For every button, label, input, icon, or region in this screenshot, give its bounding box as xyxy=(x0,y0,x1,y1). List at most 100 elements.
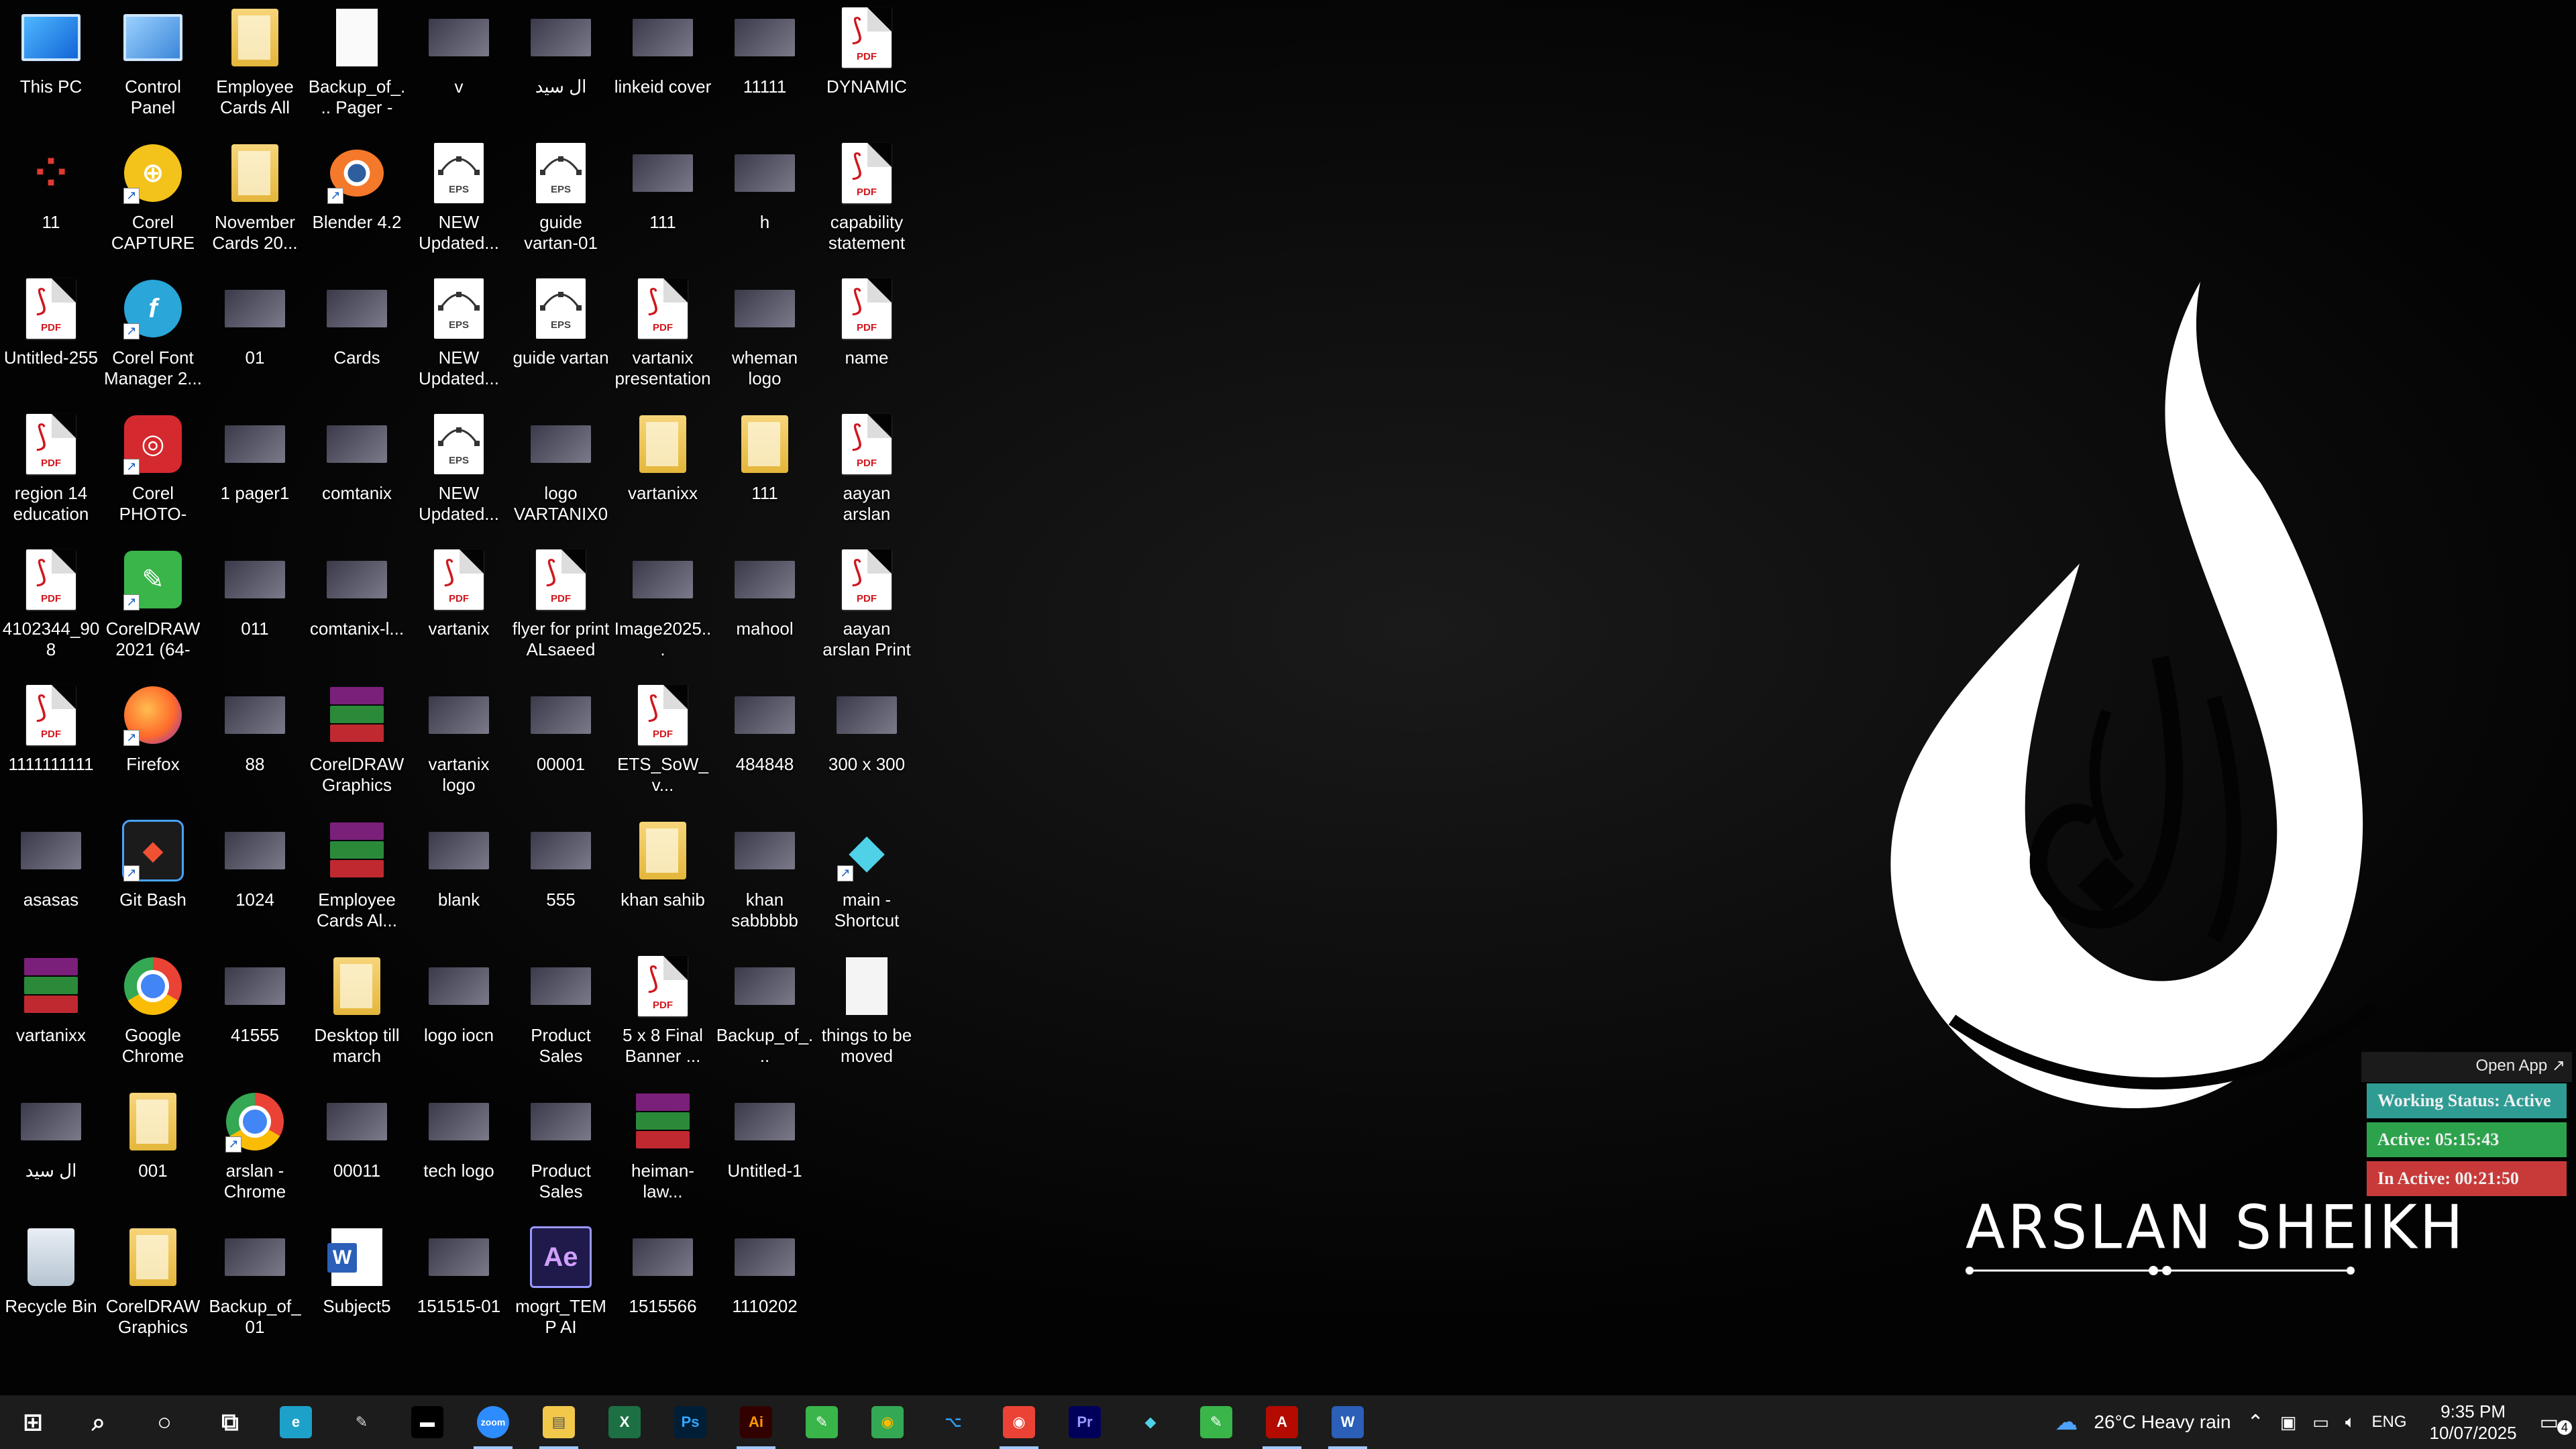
desktop-item[interactable]: 011 xyxy=(204,542,306,678)
desktop-item[interactable]: f ↗ Corel Font Manager 2... xyxy=(102,271,204,407)
desktop-item[interactable]: ⟆ PDF 5 x 8 Final Banner ... xyxy=(612,949,714,1084)
desktop-item[interactable]: 300 x 300 xyxy=(816,678,918,813)
desktop-item[interactable]: h xyxy=(714,136,816,271)
desktop-item[interactable]: heiman-law... xyxy=(612,1084,714,1220)
desktop-item[interactable]: ◆ ↗ Git Bash xyxy=(102,813,204,949)
excel-app[interactable]: X xyxy=(592,1395,657,1449)
desktop-item[interactable]: ⟆ PDF ETS_SoW_v... xyxy=(612,678,714,813)
desktop-item[interactable]: khan sabbbbb xyxy=(714,813,816,949)
desktop-item[interactable]: comtanix xyxy=(306,407,408,542)
desktop-item[interactable]: November Cards 20... xyxy=(204,136,306,271)
desktop-item[interactable]: ⊕↗ Corel CAPTURE 2... xyxy=(102,136,204,271)
desktop-item[interactable]: Ae mogrt_TEMP AI (convert... xyxy=(510,1220,612,1355)
desktop-item[interactable]: ◆ ↗ main - Shortcut xyxy=(816,813,918,949)
terminal-app[interactable]: ▬ xyxy=(394,1395,460,1449)
desktop-item[interactable]: ⟆ PDF aayan arslan xyxy=(816,407,918,542)
desktop-item[interactable]: ⟆ PDF vartanix presentation xyxy=(612,271,714,407)
desktop-item[interactable]: asasas xyxy=(0,813,102,949)
desktop-item[interactable]: Employee Cards Al... xyxy=(306,813,408,949)
coreldraw-app[interactable]: ✎ xyxy=(789,1395,855,1449)
photoshop-app[interactable]: Ps xyxy=(657,1395,723,1449)
desktop-item[interactable]: Cards xyxy=(306,271,408,407)
notification-icon[interactable]: ▭ 4 xyxy=(2532,1411,2576,1435)
desktop-item[interactable]: EPS guide vartan-01 xyxy=(510,136,612,271)
desktop-item[interactable]: ⟆ PDF aayan arslan Print xyxy=(816,542,918,678)
desktop-item[interactable]: Recycle Bin xyxy=(0,1220,102,1355)
desktop-item[interactable]: 00001 xyxy=(510,678,612,813)
desktop-item[interactable]: 484848 xyxy=(714,678,816,813)
desktop-item[interactable]: ⁘ 11 xyxy=(0,136,102,271)
desktop-item[interactable]: ↗ Blender 4.2 xyxy=(306,136,408,271)
desktop-item[interactable]: logo iocn xyxy=(408,949,510,1084)
language-indicator[interactable]: ENG xyxy=(2363,1413,2414,1432)
desktop-item[interactable]: Desktop till march xyxy=(306,949,408,1084)
desktop-item[interactable]: W Subject5 xyxy=(306,1220,408,1355)
weather-icon[interactable]: ☁ xyxy=(2047,1409,2086,1436)
desktop-item[interactable]: vartanixx xyxy=(612,407,714,542)
desktop-item[interactable]: ⟆ PDF name xyxy=(816,271,918,407)
open-app-button[interactable]: Open App ↗ xyxy=(2361,1052,2572,1082)
desktop-item[interactable]: ◎↗ Corel PHOTO-PAI... xyxy=(102,407,204,542)
meet-icon[interactable]: ▣ xyxy=(2272,1412,2305,1433)
clock[interactable]: 9:35 PM 10/07/2025 xyxy=(2415,1401,2532,1444)
desktop-item[interactable]: v xyxy=(408,0,510,136)
desktop-item[interactable]: ال سيد xyxy=(0,1084,102,1220)
desktop-item[interactable]: EPS NEW Updated... xyxy=(408,271,510,407)
desktop-item[interactable]: things to be moved xyxy=(816,949,918,1084)
desktop-item[interactable]: ⟆ PDF 1111111111 xyxy=(0,678,102,813)
desktop-item[interactable]: Google Chrome xyxy=(102,949,204,1084)
desktop-item[interactable]: Backup_of_... xyxy=(714,949,816,1084)
start-button[interactable]: ⊞ xyxy=(0,1395,66,1449)
desktop-item[interactable]: 001 xyxy=(102,1084,204,1220)
illustrator-app[interactable]: Ai xyxy=(723,1395,789,1449)
shortcut-app[interactable]: ◆ xyxy=(1118,1395,1183,1449)
desktop-item[interactable]: CorelDRAW Graphics Su... xyxy=(102,1220,204,1355)
desktop-item[interactable]: EPS NEW Updated... xyxy=(408,136,510,271)
desktop-item[interactable]: ⟆ PDF vartanix xyxy=(408,542,510,678)
desktop-item[interactable]: 01 xyxy=(204,271,306,407)
vscode-app[interactable]: ⌥ xyxy=(920,1395,986,1449)
desktop-item[interactable]: Backup_of_01 xyxy=(204,1220,306,1355)
desktop-item[interactable]: logo VARTANIX01 xyxy=(510,407,612,542)
desktop-item[interactable]: 1110202 xyxy=(714,1220,816,1355)
desktop-item[interactable]: ال سيد xyxy=(510,0,612,136)
desktop-item[interactable]: ⟆ PDF DYNAMIC xyxy=(816,0,918,136)
desktop-item[interactable]: Control Panel xyxy=(102,0,204,136)
desktop-item[interactable]: 41555 xyxy=(204,949,306,1084)
zoom-app[interactable]: zoom xyxy=(460,1395,526,1449)
task-view-button[interactable]: ⧉ xyxy=(197,1395,263,1449)
weather-text[interactable]: 26°C Heavy rain xyxy=(2086,1411,2239,1433)
desktop-item[interactable]: tech logo xyxy=(408,1084,510,1220)
desktop-item[interactable]: blank xyxy=(408,813,510,949)
premiere-app[interactable]: Pr xyxy=(1052,1395,1118,1449)
desktop-item[interactable]: 111 xyxy=(714,407,816,542)
desktop-item[interactable]: comtanix-l... xyxy=(306,542,408,678)
network-icon[interactable]: ▭ xyxy=(2304,1412,2337,1433)
desktop-item[interactable]: 00011 xyxy=(306,1084,408,1220)
chrome-profile-app[interactable]: ◉ xyxy=(986,1395,1052,1449)
desktop-item[interactable]: ✎↗ CorelDRAW 2021 (64-Bit) xyxy=(102,542,204,678)
word-app[interactable]: W xyxy=(1315,1395,1381,1449)
desktop-item[interactable]: ↗ arslan - Chrome xyxy=(204,1084,306,1220)
desktop-item[interactable]: 151515-01 xyxy=(408,1220,510,1355)
desktop-item[interactable]: ⟆PDF region 14 education s... xyxy=(0,407,102,542)
desktop-item[interactable]: 1024 xyxy=(204,813,306,949)
desktop-item[interactable]: vartanixx xyxy=(0,949,102,1084)
desktop-item[interactable]: Product Sales Promo Pack... xyxy=(510,949,612,1084)
pen-app[interactable]: ✎ xyxy=(329,1395,394,1449)
desktop-item[interactable]: CorelDRAW Graphics Su... xyxy=(306,678,408,813)
desktop-item[interactable]: 11111 xyxy=(714,0,816,136)
file-explorer-app[interactable]: ▤ xyxy=(526,1395,592,1449)
desktop-item[interactable]: ⟆ PDF capability statement xyxy=(816,136,918,271)
desktop-item[interactable]: EPS guide vartan xyxy=(510,271,612,407)
desktop-item[interactable]: 555 xyxy=(510,813,612,949)
desktop-item[interactable]: ⟆ PDF 4102344_908 xyxy=(0,542,102,678)
edge-app[interactable]: e xyxy=(263,1395,329,1449)
desktop-item[interactable]: 88 xyxy=(204,678,306,813)
desktop-item[interactable]: vartanix logo xyxy=(408,678,510,813)
volume-icon[interactable]: 🔈︎ xyxy=(2337,1411,2364,1433)
coreldraw2-app[interactable]: ✎ xyxy=(1183,1395,1249,1449)
desktop-item[interactable]: Employee Cards All xyxy=(204,0,306,136)
desktop-item[interactable]: ⟆ PDF Untitled-255 xyxy=(0,271,102,407)
desktop-item[interactable]: Image2025... xyxy=(612,542,714,678)
